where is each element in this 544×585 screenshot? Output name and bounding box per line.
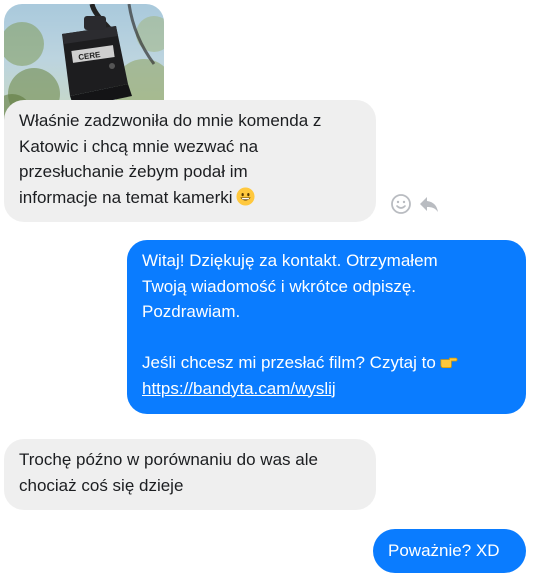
message-line: Poważnie? XD [388,541,500,560]
incoming-message-2[interactable]: Trochę późno w porównaniu do was ale cho… [4,439,376,510]
message-line-with-emoji: informacje na temat kamerki [19,185,361,211]
message-line: Witaj! Dziękuję za kontakt. Otrzymałem [142,251,438,270]
message-line: https://bandyta.cam/wyslij [142,376,511,402]
message-line-text: informacje na temat kamerki [19,187,233,207]
message-line: Pozdrawiam. [142,302,241,321]
message-line: Twoją wiadomość i wkrótce odpiszę. [142,276,417,296]
message-line: Katowic i chcą mnie wezwać na [19,136,259,156]
reply-icon[interactable] [417,192,441,216]
pointing-right-emoji [440,357,458,369]
message-line: Właśnie zadzwoniła do mnie komenda z [19,111,322,130]
message-line-with-emoji: Jeśli chcesz mi przesłać film? Czytaj to [142,350,511,376]
message-line-text: Jeśli chcesz mi przesłać film? Czytaj to [142,353,436,372]
incoming-message-1[interactable]: Właśnie zadzwoniła do mnie komenda z Kat… [4,100,376,222]
grinning-face-emoji [236,186,255,206]
message-line: chociaż coś się dzieje [19,475,184,495]
message-actions [389,192,443,216]
upload-link[interactable]: https://bandyta.cam/wyslij [142,379,336,398]
message-line: przesłuchanie żebym podał im [19,162,248,181]
outgoing-message-1[interactable]: Witaj! Dziękuję za kontakt. Otrzymałem T… [127,240,526,414]
outgoing-message-2[interactable]: Poważnie? XD [373,529,526,573]
message-line: Trochę późno w porównaniu do was ale [19,450,318,469]
smiley-icon[interactable] [389,192,413,216]
